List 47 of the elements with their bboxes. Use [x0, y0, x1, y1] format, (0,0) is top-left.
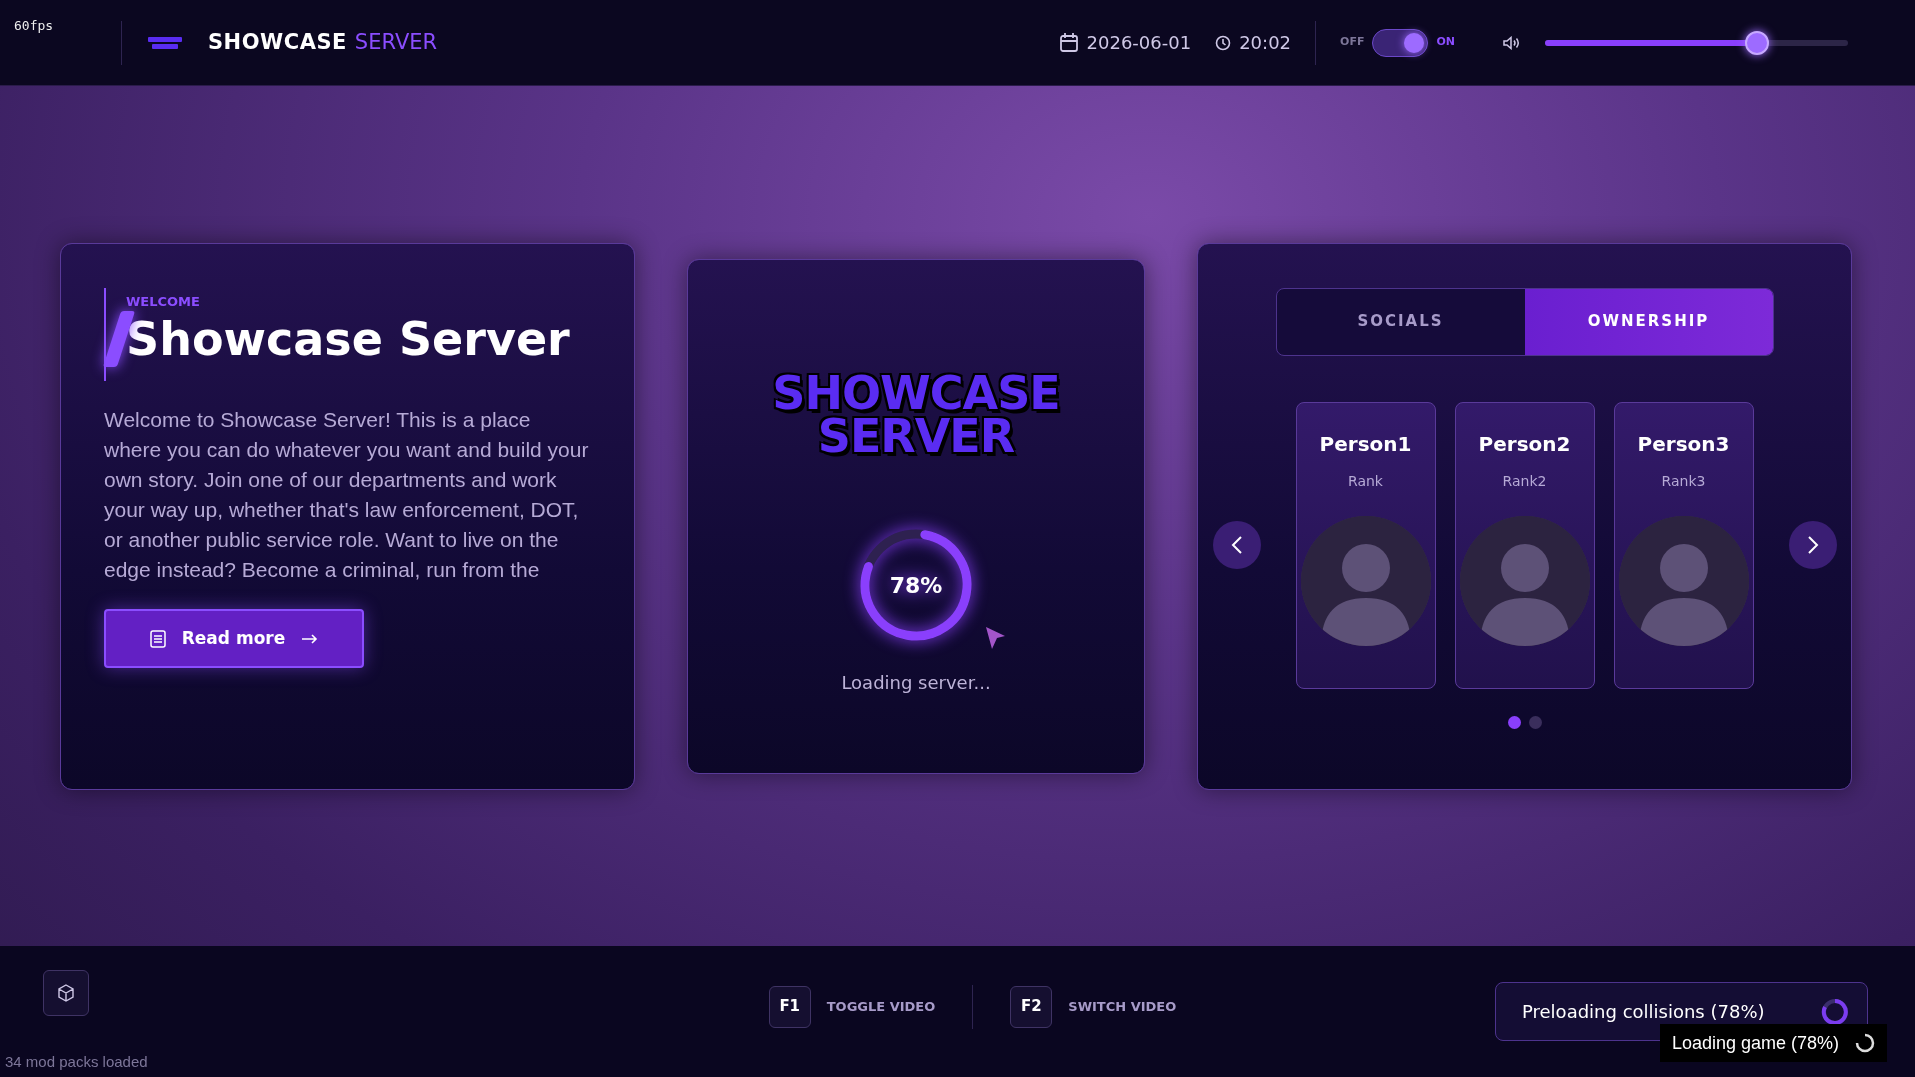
volume-thumb[interactable] — [1745, 30, 1770, 55]
preload-status-text: Preloading collisions (78%) — [1522, 1000, 1765, 1024]
app-title-accent: SERVER — [354, 28, 438, 56]
spinner-icon — [1855, 1033, 1876, 1053]
welcome-paragraph: Welcome to Showcase Server! This is a place where you can do whatever you want and build your own story. Join one of our departments and work your way up, whether that's law enforcement, DOT, or another public service role. Want to live on the edge instead? Become a criminal, run from the — [104, 407, 590, 583]
speaker-icon — [1503, 35, 1521, 50]
cube-icon — [57, 984, 75, 1002]
loading-percent: 78% — [889, 572, 943, 598]
person-name: Person2 — [1478, 430, 1571, 458]
cursor-icon — [984, 624, 1006, 651]
next-button[interactable] — [1788, 521, 1837, 569]
tab[interactable]: OWNERSHIP — [1524, 288, 1773, 355]
person-name: Person1 — [1319, 430, 1412, 458]
fps-counter: 60fps — [14, 17, 54, 35]
server-logo: SHOWCASE SERVER — [772, 371, 1060, 459]
key-cap: F2 — [1010, 985, 1053, 1028]
chevron-left-icon — [1230, 535, 1243, 555]
arrow-right-icon — [301, 633, 319, 644]
mod-packs-status: 34 mod packs loaded — [5, 1051, 148, 1072]
toggle-off-label: OFF — [1340, 34, 1365, 51]
loading-status: Loading server... — [841, 670, 991, 695]
welcome-title: Showcase Server — [126, 313, 570, 365]
page-dot[interactable] — [1528, 715, 1542, 729]
read-more-button[interactable]: Read more — [104, 609, 364, 668]
welcome-eyebrow: WELCOME — [126, 292, 201, 311]
person-rank: Rank — [1348, 471, 1383, 491]
tab[interactable]: SOCIALS — [1276, 288, 1525, 355]
shortcut-label: SWITCH VIDEO — [1068, 997, 1177, 1016]
toggle-switch[interactable] — [1372, 28, 1429, 57]
time-text: 20:02 — [1239, 31, 1292, 55]
chevron-right-icon — [1806, 535, 1819, 555]
calendar-icon — [1058, 32, 1079, 53]
person-name: Person3 — [1637, 430, 1730, 458]
package-button[interactable] — [43, 970, 89, 1016]
app-title: SHOWCASE — [208, 28, 347, 56]
person-rank: Rank2 — [1502, 471, 1547, 491]
date-text: 2026-06-01 — [1086, 31, 1192, 55]
previous-button[interactable] — [1212, 521, 1261, 569]
shortcut-label: TOGGLE VIDEO — [826, 997, 936, 1016]
key-cap: F1 — [768, 985, 811, 1028]
game-loading-text: Loading game (78%) — [1672, 1031, 1840, 1055]
toggle-on-label: ON — [1436, 34, 1455, 51]
person-rank: Rank3 — [1661, 471, 1706, 491]
clock-icon — [1215, 34, 1232, 51]
spinner-icon — [1821, 997, 1849, 1026]
document-icon — [149, 629, 166, 648]
page-dot[interactable] — [1507, 715, 1521, 729]
